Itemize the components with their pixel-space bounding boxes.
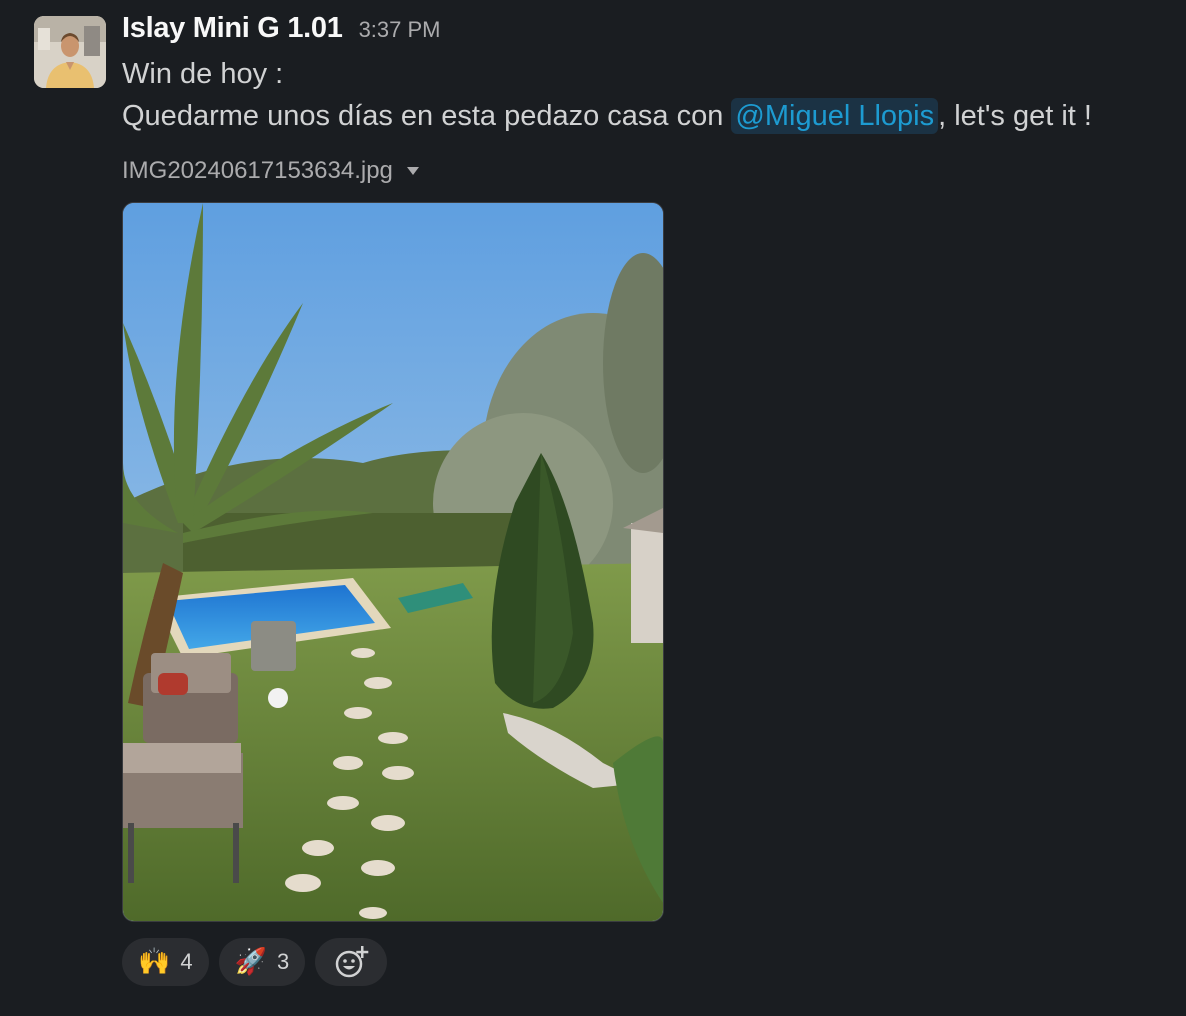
message: Islay Mini G 1.01 3:37 PM Win de hoy : Q… — [0, 0, 1186, 1016]
file-name[interactable]: IMG20240617153634.jpg — [122, 157, 393, 185]
garden-pool-photo — [123, 203, 663, 921]
message-text: Quedarme unos días en esta pedazo casa c… — [122, 100, 732, 132]
rocket-icon: 🚀 — [234, 947, 267, 977]
message-text-end: , let's get it ! — [938, 100, 1092, 132]
message-timestamp[interactable]: 3:37 PM — [359, 17, 441, 43]
add-reaction-button[interactable] — [315, 938, 388, 986]
reaction-count: 3 — [277, 949, 290, 974]
reactions-bar: 🙌 4 🚀 3 — [122, 938, 388, 986]
user-mention[interactable]: @Miguel Llopis — [731, 98, 939, 134]
reaction-count: 4 — [180, 949, 193, 974]
avatar[interactable] — [34, 16, 106, 88]
image-attachment[interactable] — [122, 202, 664, 922]
message-header: Islay Mini G 1.01 3:37 PM — [122, 12, 441, 52]
raised-hands-icon: 🙌 — [138, 947, 171, 977]
file-header: IMG20240617153634.jpg — [122, 157, 419, 185]
author-name[interactable]: Islay Mini G 1.01 — [122, 12, 343, 45]
message-line-2: Quedarme unos días en esta pedazo casa c… — [122, 98, 1092, 134]
reaction-raised-hands[interactable]: 🙌 4 — [122, 938, 209, 986]
add-emoji-icon — [336, 946, 369, 978]
chevron-down-icon[interactable] — [406, 167, 419, 175]
reaction-rocket[interactable]: 🚀 3 — [218, 938, 306, 986]
message-line-1: Win de hoy : — [122, 58, 284, 90]
